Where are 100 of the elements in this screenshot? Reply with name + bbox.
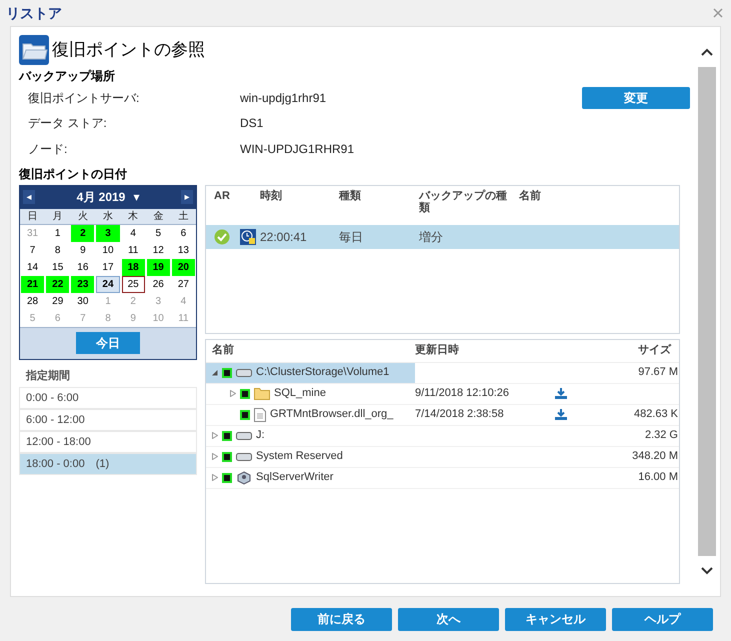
server-icon [236,470,252,484]
item-size: 97.67 M [638,365,679,380]
item-name[interactable]: SqlServerWriter [256,469,334,486]
next-month-button[interactable]: ▸ [180,190,193,204]
folder-icon [254,387,270,400]
column-header: 種類 [339,190,362,204]
download-icon[interactable] [555,388,567,399]
checkbox[interactable] [222,430,232,440]
weekday-label: 月 [52,210,64,224]
window-title: リストア [6,4,62,22]
download-icon[interactable] [555,409,567,420]
calendar-day[interactable]: 11 [122,242,145,258]
scroll-down-icon[interactable] [701,567,713,575]
item-name[interactable]: System Reserved [256,448,343,465]
weekday-label: 金 [152,210,164,224]
table-row[interactable]: 22:00:41 毎日 増分 [206,224,679,248]
page-heading: 復旧ポイントの参照 [52,39,205,62]
item-name[interactable]: J: [256,427,265,444]
item-size: 482.63 K [634,407,679,422]
calendar-day[interactable]: 26 [146,276,170,292]
field-label: データ ストア: [27,115,108,132]
item-name[interactable]: SQL_mine [274,385,326,402]
today-button[interactable]: 今日 [76,332,140,354]
calendar-day[interactable]: 5 [146,224,170,242]
checkbox[interactable] [240,388,250,398]
footer-button[interactable]: 前に戻る [291,608,392,630]
checkbox[interactable] [222,472,232,482]
field-value: DS1 [240,115,264,132]
column-header: AR [213,190,231,204]
checkbox[interactable] [222,368,232,378]
field-value: win-updjg1rhr91 [240,90,326,107]
month-label[interactable]: 4月 2019 [76,188,126,206]
section-title: 指定期間 [26,368,71,384]
footer-button[interactable]: 次へ [398,608,499,630]
calendar-day[interactable]: 4 [122,224,145,242]
item-size: 16.00 M [638,470,679,486]
folder-icon [19,35,49,65]
calendar-day[interactable]: 2 [71,224,94,242]
footer-button[interactable]: ヘルプ [612,608,713,630]
calendar-day[interactable]: 24 [96,276,120,292]
item-name[interactable]: GRTMntBrowser.dll_org_ [270,406,394,423]
calendar-day[interactable]: 27 [172,276,195,292]
calendar-day[interactable]: 25 [122,276,145,292]
time-range-item[interactable]: 0:00 - 6:00 [19,387,197,409]
month-dropdown[interactable]: ▾ [133,188,140,206]
check-icon [214,228,230,244]
time-range-item[interactable]: 6:00 - 12:00 [19,409,197,431]
calendar-day[interactable]: 12 [146,242,170,258]
calendar-day[interactable]: 16 [71,258,94,276]
expand-icon[interactable] [212,432,218,439]
modified-date: 7/14/2018 2:38:58 [415,407,505,422]
calendar-day[interactable]: 18 [122,258,145,276]
column-header: サイズ [638,343,672,358]
time-cell-text: 22:00:41 [260,228,308,246]
calendar-day[interactable]: 28 [21,292,44,310]
section-title: 復旧ポイントの日付 [19,166,128,182]
clock-lock-icon [240,228,256,244]
time-range-item[interactable]: 12:00 - 18:00 [19,431,197,453]
expand-icon[interactable] [212,474,218,481]
section-title: バックアップ場所 [19,68,116,85]
calendar-day[interactable]: 22 [46,276,70,292]
footer-button[interactable]: キャンセル [505,608,606,630]
drive-icon [236,432,252,440]
calendar-day[interactable]: 10 [96,242,120,258]
calendar-day[interactable]: 3 [96,224,120,242]
calendar-day[interactable]: 17 [96,258,120,276]
calendar-day[interactable]: 19 [146,258,170,276]
calendar-day[interactable]: 6 [172,224,195,242]
weekday-label: 木 [127,210,140,224]
calendar-day[interactable]: 23 [71,276,94,292]
column-header: 名前 [519,190,541,204]
calendar-day[interactable]: 7 [21,242,44,258]
calendar-day[interactable]: 20 [172,258,195,276]
collapse-icon[interactable] [212,369,218,376]
weekday-label: 土 [177,210,190,224]
calendar-day[interactable]: 9 [71,242,94,258]
checkbox[interactable] [240,410,250,420]
file-icon [254,408,266,422]
calendar-day[interactable]: 21 [21,276,44,292]
previous-month-button[interactable]: ◂ [23,190,35,204]
calendar-day[interactable]: 30 [71,292,94,310]
scroll-up-icon[interactable] [701,48,713,56]
field-label: 復旧ポイントサーバ: [27,90,140,107]
weekday-label: 水 [102,210,114,224]
item-size: 348.20 M [632,449,679,464]
item-size: 2.32 G [644,428,679,444]
column-header: バックアップの種類 [419,190,508,216]
expand-icon[interactable] [230,390,236,397]
column-header: 名前 [211,342,235,358]
calendar-day[interactable]: 29 [46,292,70,310]
expand-icon[interactable] [212,453,218,460]
calendar-day[interactable]: 1 [46,224,70,242]
change-button[interactable]: 変更 [582,87,690,109]
calendar-day[interactable]: 15 [46,258,70,276]
field-value: WIN-UPDJG1RHR91 [240,140,354,158]
checkbox[interactable] [222,452,232,462]
calendar-day[interactable]: 13 [172,242,195,258]
calendar-day[interactable]: 14 [21,258,44,276]
calendar-day[interactable]: 8 [46,242,70,258]
time-range-item[interactable]: 18:00 - 0:00 (1) [19,453,197,475]
